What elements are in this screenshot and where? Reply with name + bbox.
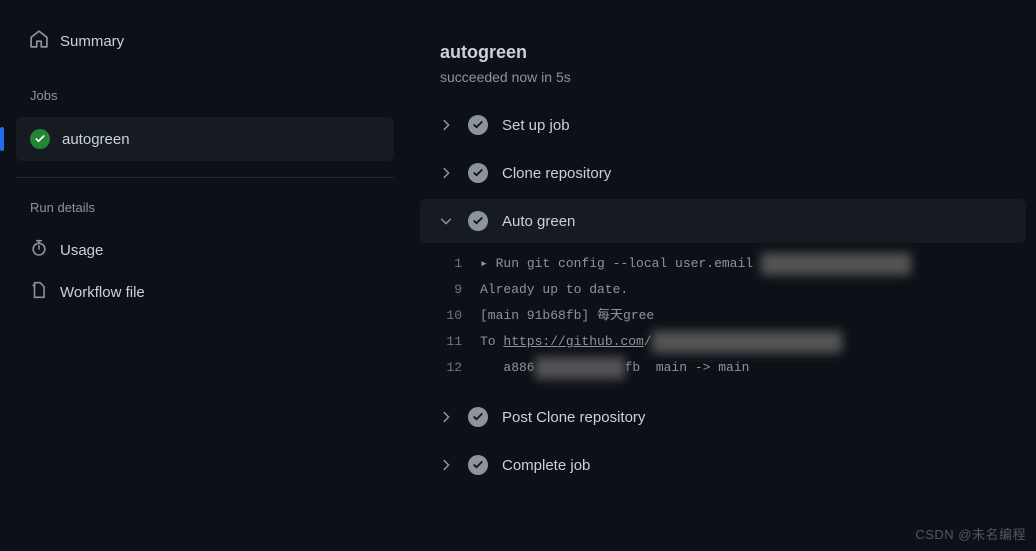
log-line-number: 11	[420, 331, 480, 353]
step-name: Clone repository	[502, 165, 611, 182]
log-line-number: 12	[420, 357, 480, 379]
redacted: xxxxxxxx	[535, 357, 625, 379]
check-complete-icon	[468, 455, 488, 475]
log-line: 12 a886xxxxxxxxfb main -> main	[420, 355, 1026, 381]
redacted: xxxxxxxxxxxxxxxxxxx	[652, 331, 842, 353]
summary-nav-item[interactable]: Summary	[16, 20, 394, 62]
steps-list: Set up job Clone repository Auto green 1…	[410, 103, 1036, 487]
log-link[interactable]: https://github.com	[503, 334, 643, 349]
step-setup-job[interactable]: Set up job	[420, 103, 1026, 147]
check-complete-icon	[468, 407, 488, 427]
log-line-number: 9	[420, 279, 480, 301]
sidebar-job-label: autogreen	[62, 131, 130, 148]
jobs-heading: Jobs	[16, 82, 394, 109]
job-title: autogreen	[440, 42, 1006, 63]
step-auto-green[interactable]: Auto green	[420, 199, 1026, 243]
log-line-number: 10	[420, 305, 480, 327]
check-complete-icon	[468, 163, 488, 183]
log-text: ▸ Run git config --local user.email xxxx…	[480, 253, 911, 275]
log-output: 1 ▸ Run git config --local user.email xx…	[420, 247, 1026, 395]
step-name: Complete job	[502, 457, 590, 474]
log-line: 1 ▸ Run git config --local user.email xx…	[420, 251, 1026, 277]
job-subtitle: succeeded now in 5s	[440, 69, 1006, 85]
log-line-number: 1	[420, 253, 480, 275]
job-header: autogreen succeeded now in 5s	[410, 16, 1036, 103]
run-details-heading: Run details	[16, 194, 394, 221]
step-complete-job[interactable]: Complete job	[420, 443, 1026, 487]
log-line: 11 To https://github.com/xxxxxxxxxxxxxxx…	[420, 329, 1026, 355]
workflow-file-label: Workflow file	[60, 284, 145, 301]
step-clone-repository[interactable]: Clone repository	[420, 151, 1026, 195]
step-name: Auto green	[502, 213, 575, 230]
check-complete-icon	[468, 211, 488, 231]
sidebar: Summary Jobs autogreen Run details Usage…	[0, 0, 410, 551]
chevron-right-icon	[438, 409, 454, 425]
log-text: a886xxxxxxxxfb main -> main	[480, 357, 749, 379]
file-icon	[30, 281, 48, 303]
check-complete-icon	[468, 115, 488, 135]
step-name: Set up job	[502, 117, 570, 134]
usage-item[interactable]: Usage	[16, 229, 394, 271]
home-icon	[30, 30, 48, 52]
usage-label: Usage	[60, 242, 103, 259]
workflow-file-item[interactable]: Workflow file	[16, 271, 394, 313]
stopwatch-icon	[30, 239, 48, 261]
log-text: Already up to date.	[480, 279, 628, 301]
sidebar-job-item[interactable]: autogreen	[16, 117, 394, 161]
log-line: 10 [main 91b68fb] 每天gree	[420, 303, 1026, 329]
step-post-clone-repository[interactable]: Post Clone repository	[420, 395, 1026, 439]
chevron-right-icon	[438, 457, 454, 473]
step-name: Post Clone repository	[502, 409, 645, 426]
chevron-right-icon	[438, 117, 454, 133]
log-line: 9 Already up to date.	[420, 277, 1026, 303]
watermark: CSDN @未名编程	[915, 524, 1026, 543]
chevron-right-icon	[438, 165, 454, 181]
summary-label: Summary	[60, 33, 124, 50]
main-panel: autogreen succeeded now in 5s Set up job…	[410, 16, 1036, 551]
chevron-down-icon	[438, 213, 454, 229]
log-text: To https://github.com/xxxxxxxxxxxxxxxxxx…	[480, 331, 842, 353]
redacted: xxxxxxxxxxxxxxx	[761, 253, 911, 275]
divider	[16, 177, 394, 178]
check-success-icon	[30, 129, 50, 149]
log-text: [main 91b68fb] 每天gree	[480, 305, 654, 327]
